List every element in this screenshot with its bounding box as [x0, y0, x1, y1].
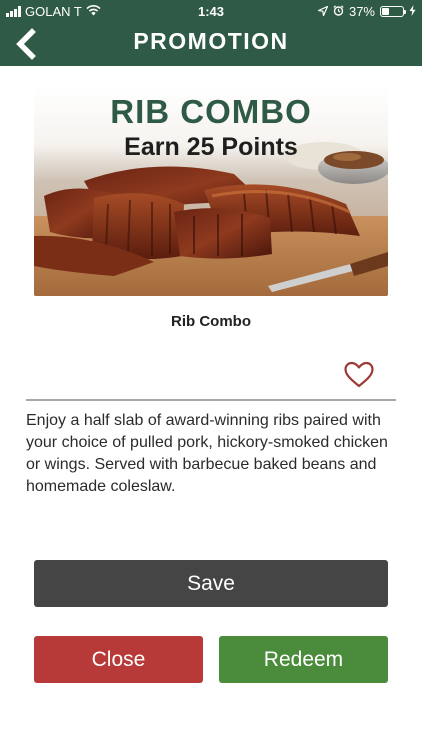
promotion-screen: GOLAN T 1:43 37% PROMOTION RIB COMBO Ear…	[0, 0, 422, 750]
nav-bar: PROMOTION	[0, 22, 422, 66]
heart-outline-icon	[344, 361, 374, 388]
battery-icon	[380, 6, 406, 17]
charging-icon	[409, 4, 416, 19]
item-title: Rib Combo	[171, 313, 251, 330]
divider	[26, 399, 396, 401]
location-icon	[317, 4, 329, 19]
header: GOLAN T 1:43 37% PROMOTION	[0, 0, 422, 66]
battery-percent: 37%	[348, 4, 375, 19]
page-title: PROMOTION	[133, 28, 289, 54]
status-right: 37%	[317, 4, 416, 19]
status-bar: GOLAN T 1:43 37%	[0, 0, 422, 22]
item-description: Enjoy a half slab of award-winning ribs …	[26, 412, 388, 495]
redeem-button[interactable]: Redeem	[219, 636, 388, 683]
promo-subheadline: Earn 25 Points	[124, 133, 298, 161]
favorite-button[interactable]	[343, 361, 375, 389]
save-button[interactable]: Save	[34, 560, 388, 607]
battery-fill	[382, 8, 389, 15]
close-button[interactable]: Close	[34, 636, 203, 683]
promo-headline: RIB COMBO	[110, 93, 312, 130]
alarm-icon	[333, 4, 344, 19]
promo-banner-image: RIB COMBO Earn 25 Points	[34, 86, 388, 296]
